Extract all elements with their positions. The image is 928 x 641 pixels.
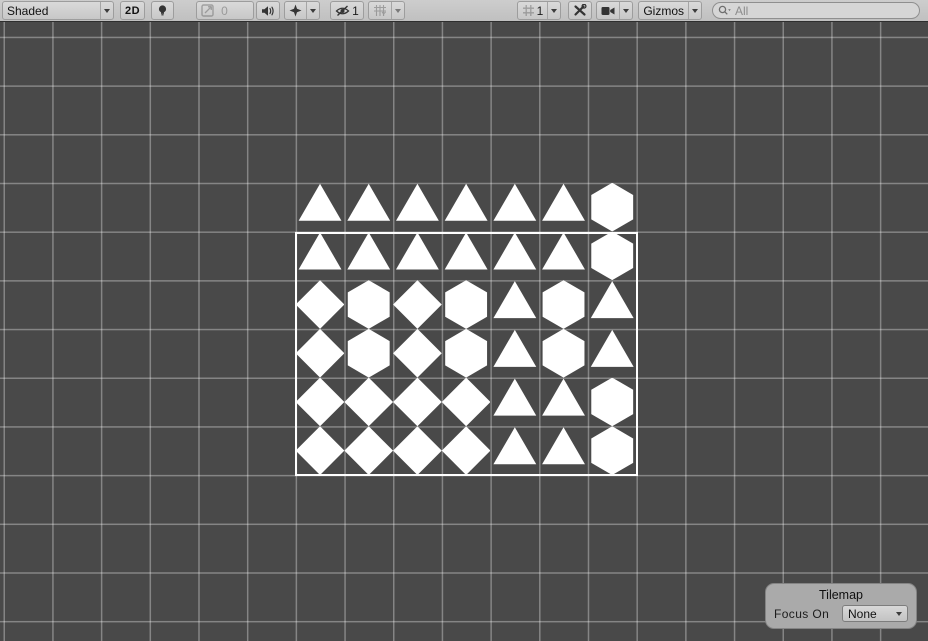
- camera-dropdown[interactable]: [596, 1, 633, 20]
- grid-count-value: 1: [537, 4, 544, 18]
- gizmos-label: Gizmos: [639, 2, 688, 19]
- focus-on-row: Focus On None: [766, 605, 916, 622]
- exposure-control: 0: [196, 1, 254, 20]
- camera-icon: [597, 2, 619, 19]
- tile-triangle: [344, 183, 393, 232]
- gizmos-dropdown[interactable]: Gizmos: [638, 1, 702, 20]
- tilemap-bounds-outline: [295, 232, 638, 476]
- unity-scene-view: { "toolbar": { "draw_mode": "Shaded", "m…: [0, 0, 928, 641]
- grid-axis-icon: [369, 2, 391, 19]
- eye-slash-icon: [335, 5, 350, 17]
- draw-mode-dropdown[interactable]: Shaded: [2, 1, 114, 20]
- chevron-down-icon: [619, 2, 632, 19]
- lightbulb-icon: [156, 4, 169, 17]
- panel-title: Tilemap: [766, 588, 916, 602]
- speaker-icon: [261, 5, 275, 17]
- effects-icon: [285, 2, 306, 19]
- tile-triangle: [539, 183, 588, 232]
- effects-dropdown[interactable]: [284, 1, 320, 20]
- audio-toggle[interactable]: [256, 1, 280, 20]
- hidden-objects-button[interactable]: 1: [330, 1, 364, 20]
- grid-visibility-dropdown[interactable]: [368, 1, 405, 20]
- focus-on-select[interactable]: None: [842, 605, 908, 622]
- tile-hexagon: [588, 183, 637, 232]
- scene-lighting-toggle[interactable]: [151, 1, 174, 20]
- exposure-value: 0: [221, 4, 228, 18]
- search-icon: [718, 5, 732, 16]
- draw-mode-label: Shaded: [3, 2, 100, 19]
- wrench-screwdriver-icon: [573, 4, 587, 17]
- tilemap-focus-panel: Tilemap Focus On None: [765, 583, 917, 629]
- grid-count-dropdown[interactable]: 1: [517, 1, 562, 20]
- chevron-down-icon: [547, 2, 560, 19]
- chevron-down-icon: [896, 612, 902, 616]
- search-field-wrap: [712, 2, 920, 19]
- hidden-objects-count: 1: [352, 4, 359, 18]
- focus-on-value: None: [848, 607, 877, 621]
- chevron-down-icon: [688, 2, 701, 19]
- tile-triangle: [490, 183, 539, 232]
- hash-grid-icon: [522, 4, 535, 17]
- scene-toolbar: Shaded 2D 0 1: [0, 0, 928, 22]
- 2d-toggle-button[interactable]: 2D: [120, 1, 145, 20]
- 2d-label: 2D: [125, 5, 140, 17]
- search-input[interactable]: [712, 2, 920, 19]
- component-tools-button[interactable]: [568, 1, 592, 20]
- exposure-icon: [201, 4, 214, 17]
- focus-on-label: Focus On: [774, 607, 829, 621]
- scene-viewport[interactable]: Tilemap Focus On None: [0, 22, 928, 641]
- tile-triangle: [393, 183, 442, 232]
- chevron-down-icon: [306, 2, 319, 19]
- chevron-down-icon: [100, 2, 113, 19]
- chevron-down-icon: [391, 2, 404, 19]
- tile-triangle: [442, 183, 491, 232]
- tile-triangle: [296, 183, 345, 232]
